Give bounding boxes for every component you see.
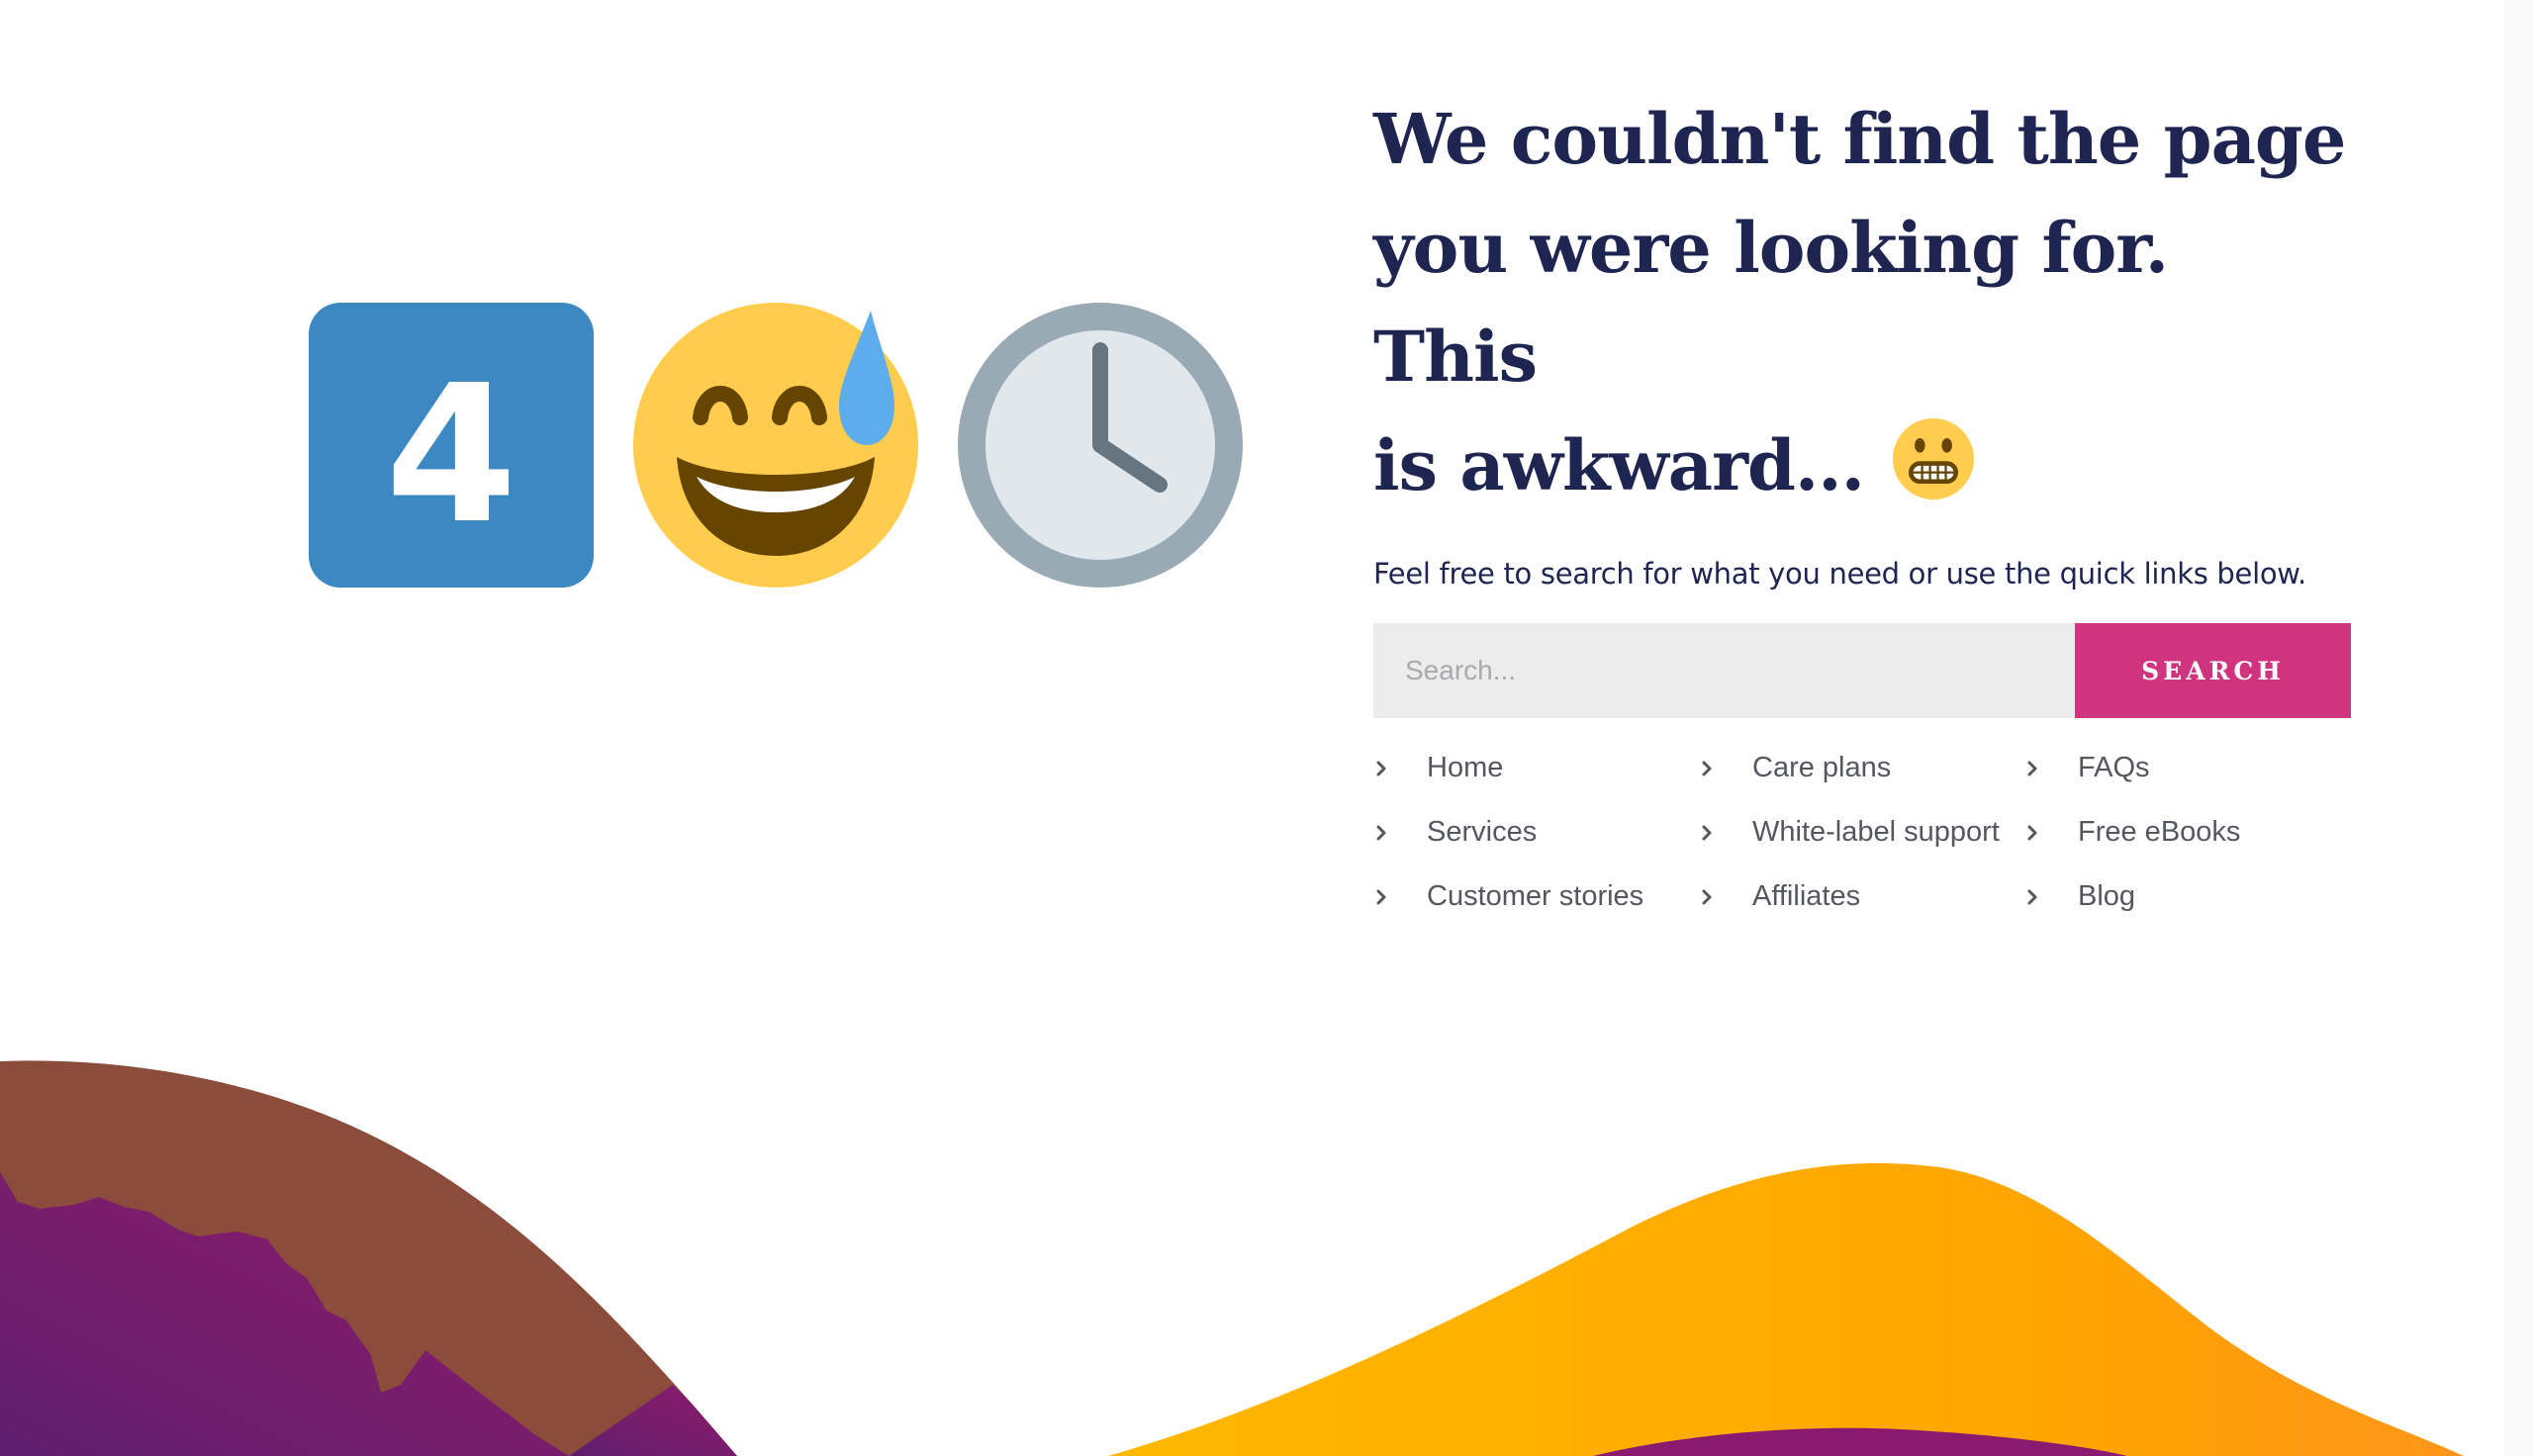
keycap-four-icon: 4 [309,303,594,588]
quick-link-label: Affiliates [1752,880,1861,912]
chevron-right-icon [2024,822,2042,844]
chevron-right-icon [1373,758,1391,779]
wave-purple-left [0,1172,569,1456]
quick-link-care-plans[interactable]: Care plans [1699,748,2024,788]
wave-purple-right [1593,1427,2127,1456]
search-form: SEARCH [1373,623,2351,718]
grinning-face-with-sweat-icon [633,303,918,588]
grimacing-face-icon [1893,418,1975,500]
chevron-right-icon [2024,886,2042,908]
wave-purple-edge [569,1385,737,1456]
quick-link-blog[interactable]: Blog [2024,876,2351,917]
quick-link-free-ebooks[interactable]: Free eBooks [2024,812,2351,853]
not-found-content: We couldn't find the page you were looki… [1373,85,2353,917]
quick-link-label: Blog [2078,880,2136,912]
page-title: We couldn't find the page you were looki… [1373,85,2353,520]
page-title-line-2: you were looking for. This [1373,207,2169,398]
quick-link-label: Care plans [1752,752,1892,783]
quick-link-white-label-support[interactable]: White-label support [1699,812,2024,853]
chevron-right-icon [1699,758,1717,779]
wave-brown [0,1060,737,1456]
quick-link-label: Customer stories [1427,880,1644,912]
quick-link-faqs[interactable]: FAQs [2024,748,2351,788]
chevron-right-icon [1373,886,1391,908]
quick-link-label: FAQs [2078,752,2150,783]
svg-text:4: 4 [385,345,517,566]
quick-link-affiliates[interactable]: Affiliates [1699,876,2024,917]
error-code-emojis: 4 [309,303,1243,588]
quick-link-services[interactable]: Services [1373,812,1699,853]
search-button[interactable]: SEARCH [2075,623,2351,718]
chevron-right-icon [2024,758,2042,779]
quick-links: Home Care plans FAQs Services White-labe… [1373,748,2353,917]
page-title-line-3: is awkward... [1373,424,1865,506]
quick-link-label: Home [1427,752,1504,783]
quick-link-customer-stories[interactable]: Customer stories [1373,876,1699,917]
quick-link-label: White-label support [1752,816,2000,848]
quick-link-label: Services [1427,816,1538,848]
helper-text: Feel free to search for what you need or… [1373,557,2306,591]
clock-icon [958,303,1243,588]
search-input[interactable] [1373,623,2075,718]
chevron-right-icon [1699,886,1717,908]
quick-link-home[interactable]: Home [1373,748,1699,788]
quick-link-label: Free eBooks [2078,816,2241,848]
page-edge-strip [2503,0,2533,1456]
chevron-right-icon [1699,822,1717,844]
wave-orange [1108,1163,2464,1456]
chevron-right-icon [1373,822,1391,844]
page-title-line-1: We couldn't find the page [1373,98,2346,180]
